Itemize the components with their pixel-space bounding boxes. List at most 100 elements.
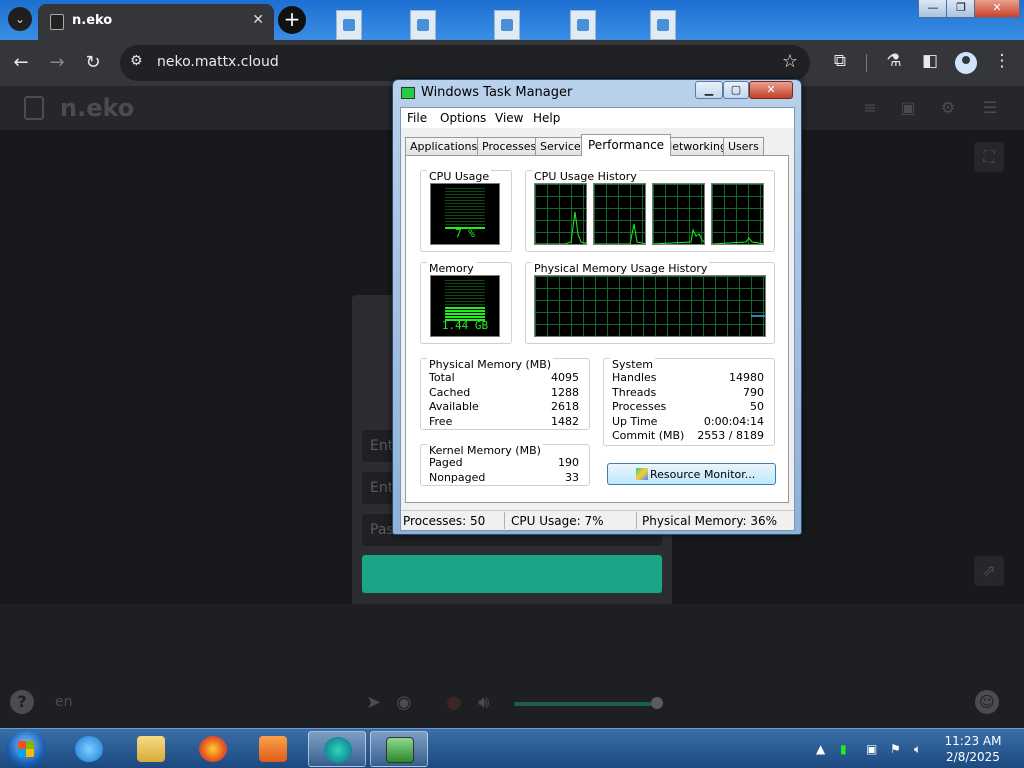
stat-value: 1482 [551,415,579,428]
language-label[interactable]: en [55,694,73,710]
clock-time[interactable]: 11:23 AM [930,734,1016,748]
browser-tab-neko[interactable]: n.eko ✕ [38,4,274,40]
stat-label: Cached [429,386,471,399]
stat-value: 4095 [551,371,579,384]
neko-logo-icon [24,96,44,120]
stat-value: 190 [558,456,579,469]
stat-label: Available [429,400,479,413]
desktop: — ❐ ✕ ⌄ n.eko ✕ + ← → ↻ ⚙ neko.mattx.clo… [0,0,1024,768]
volume-muted-icon[interactable]: 🔈︎ [914,742,921,757]
stat-label: Paged [429,456,463,469]
neko-hicon-server[interactable]: ≡ [862,98,878,117]
lock-icon[interactable]: ▣ [900,98,916,117]
window-title: Windows Task Manager [421,85,573,100]
minimize-button[interactable]: ▁ [695,81,723,99]
stat-value: 1288 [551,386,579,399]
internet-explorer-icon [75,736,103,762]
tab-applications[interactable]: Applications [405,137,483,155]
cpu-usage-value: 7 % [455,227,475,240]
cpu-history-graph-core1 [534,183,587,245]
cpu-usage-group: CPU Usage 7 % [420,170,512,252]
taskbar-task-manager[interactable] [370,731,428,767]
volume-slider-track[interactable] [514,702,656,706]
fullscreen-icon[interactable]: ⛶ [974,142,1004,172]
tab-title: n.eko [72,13,113,28]
volume-icon[interactable]: 🔊︎ [478,692,489,713]
extensions-puzzle-icon[interactable]: ⧉ [828,51,852,71]
show-hidden-icons-icon[interactable]: ▲ [816,742,825,756]
cpu-usage-meter: 7 % [430,183,500,245]
action-center-flag-icon[interactable]: ⚑ [890,742,901,756]
stat-row: Nonpaged 33 [429,471,579,486]
windows-logo-icon [18,741,34,757]
tab-users[interactable]: Users [723,137,764,155]
stat-value: 33 [565,471,579,484]
address-bar[interactable]: ⚙ neko.mattx.cloud ☆ [120,45,810,81]
labs-flask-icon[interactable]: ⚗ [882,51,906,71]
memory-title: Memory [427,262,476,275]
cpu-history-graph-core2 [593,183,646,245]
new-tab-button[interactable]: + [278,6,306,34]
reload-icon[interactable]: ↻ [80,50,106,76]
memory-history-group: Physical Memory Usage History [525,262,775,344]
network-icon[interactable]: ▣ [866,742,877,756]
cpu-history-line-core3 [653,228,704,244]
menu-file[interactable]: File [407,111,427,125]
stat-label: Handles [612,371,657,384]
stat-label: Free [429,415,453,428]
menubar: File Options View Help [401,108,794,128]
tray-app-icon[interactable]: ▮ [840,742,847,756]
start-button[interactable] [6,730,46,768]
stat-label: Processes [612,400,667,413]
tab-search-chevron-icon[interactable]: ⌄ [8,7,32,31]
clock-date[interactable]: 2/8/2025 [930,750,1016,764]
tab-performance[interactable]: Performance [581,134,672,156]
neko-favicon-icon [50,14,64,30]
menu-options[interactable]: Options [440,111,486,125]
memory-meter: 1.44 GB [430,275,500,337]
status-separator [504,512,505,529]
system-title: System [610,358,656,371]
taskbar-firefox[interactable] [184,731,242,767]
task-manager-titlebar[interactable]: Windows Task Manager ▁ ▢ ✕ [393,80,801,106]
cursor-icon[interactable]: ➤ [366,692,381,713]
cpu-usage-title: CPU Usage [427,170,492,183]
popout-icon[interactable]: ⇗ [974,556,1004,586]
back-arrow-icon[interactable]: ← [8,50,34,76]
close-button[interactable]: ✕ [749,81,793,99]
url-text[interactable]: neko.mattx.cloud [157,54,279,70]
volume-slider-handle[interactable] [651,697,663,709]
cpu-history-line-core4 [712,237,763,244]
chrome-menu-icon[interactable]: ⋮ [990,51,1014,71]
maximize-button[interactable]: ▢ [723,81,749,99]
tab-close-icon[interactable]: ✕ [252,12,264,28]
bookmark-star-icon[interactable]: ☆ [782,51,798,72]
stat-row: Total 4095 [429,371,579,386]
emoji-icon[interactable]: ☺ [975,690,999,714]
hamburger-menu-icon[interactable]: ☰ [982,98,998,117]
task-manager-window: Windows Task Manager ▁ ▢ ✕ File Options … [392,79,802,535]
taskbar-media-player[interactable] [244,731,302,767]
resource-monitor-button[interactable]: Resource Monitor... [607,463,776,485]
cpu-history-line-core2 [594,223,645,244]
connect-button[interactable] [362,555,662,593]
memory-history-title: Physical Memory Usage History [532,262,710,275]
side-panel-icon[interactable]: ◧ [918,51,942,71]
site-info-icon[interactable]: ⚙ [130,53,143,69]
tab-processes[interactable]: Processes [477,137,542,155]
keyboard-lock-icon[interactable]: ◉ [396,692,412,713]
media-record-icon[interactable]: ● [446,692,462,713]
menu-help[interactable]: Help [533,111,560,125]
forward-arrow-icon[interactable]: → [44,50,70,76]
physical-memory-title: Physical Memory (MB) [427,358,554,371]
system-group: System Handles 14980 Threads 790 Processes… [603,358,775,446]
help-icon[interactable]: ? [10,690,34,714]
profile-avatar-icon[interactable] [955,52,977,74]
taskbar-chrome-remote[interactable] [308,731,366,767]
menu-view[interactable]: View [495,111,523,125]
neko-hicon-settings[interactable]: ⚙ [940,98,956,117]
memory-value: 1.44 GB [441,319,489,332]
taskbar-file-explorer[interactable] [122,731,180,767]
stat-row: Processes 50 [612,400,764,415]
taskbar-internet-explorer[interactable] [60,731,118,767]
